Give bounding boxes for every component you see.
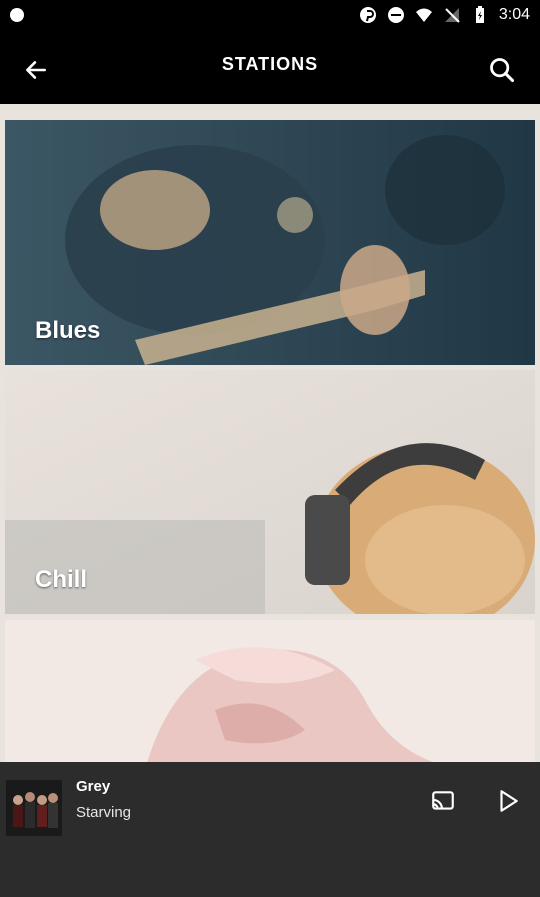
now-playing-title: Grey [76,778,111,795]
station-image [5,620,535,762]
status-right-icons: 3:04 [359,6,530,24]
play-button[interactable] [492,784,524,818]
status-left-icons [8,6,26,24]
no-signal-icon [443,6,461,24]
pinterest-icon [359,6,377,24]
battery-icon [471,6,489,24]
search-icon [490,58,515,83]
now-playing-subtitle: Starving [76,804,132,821]
station-card-blues[interactable]: Blues [5,120,535,365]
search-button[interactable] [482,50,522,90]
top-app-bar: STATIONS [0,32,540,104]
stations-list: Blues Chill [0,104,540,762]
cast-button[interactable] [426,784,460,818]
album-art [6,780,62,836]
status-bar: 3:04 [0,0,540,32]
play-icon [500,790,518,812]
do-not-disturb-icon [387,6,405,24]
notification-icon [8,6,26,24]
status-time: 3:04 [498,6,530,23]
station-card-3[interactable] [5,620,535,762]
mini-player[interactable]: Grey Starving [0,762,540,897]
station-label: Chill [35,566,87,593]
wifi-icon [415,6,433,24]
station-card-chill[interactable]: Chill [5,370,535,614]
station-label: Blues [35,317,101,344]
page-title: STATIONS [221,54,319,74]
cast-icon [432,791,454,810]
